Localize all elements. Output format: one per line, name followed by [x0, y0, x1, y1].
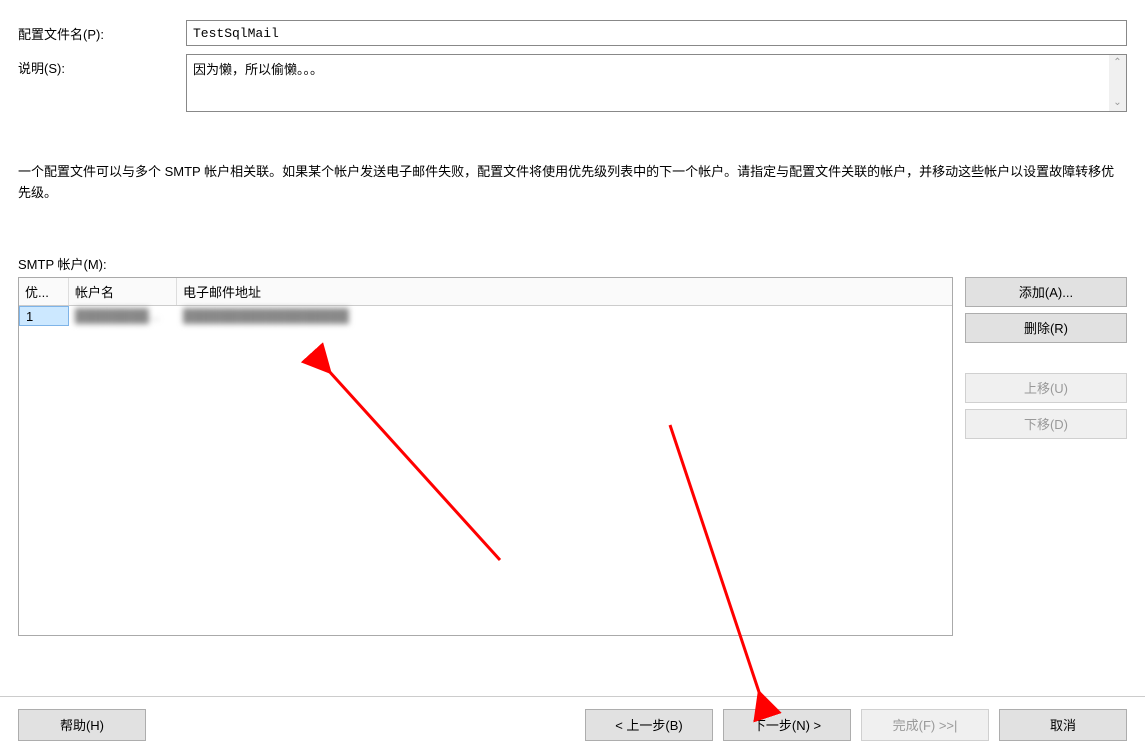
- description-textarea[interactable]: [187, 55, 1109, 111]
- col-header-email[interactable]: 电子邮件地址: [177, 278, 952, 305]
- cell-priority[interactable]: 1: [19, 306, 69, 326]
- cancel-button[interactable]: 取消: [999, 709, 1127, 741]
- help-button[interactable]: 帮助(H): [18, 709, 146, 741]
- remove-button[interactable]: 删除(R): [965, 313, 1127, 343]
- col-header-account[interactable]: 帐户名: [69, 278, 177, 305]
- help-text: 一个配置文件可以与多个 SMTP 帐户相关联。如果某个帐户发送电子邮件失败，配置…: [18, 162, 1127, 204]
- table-header: 优... 帐户名 电子邮件地址: [19, 278, 952, 306]
- prev-button[interactable]: < 上一步(B): [585, 709, 713, 741]
- table-row[interactable]: 1 ████████... ██████████████████: [19, 306, 952, 326]
- move-up-button: 上移(U): [965, 373, 1127, 403]
- smtp-accounts-label: SMTP 帐户(M):: [18, 254, 1127, 273]
- col-header-priority[interactable]: 优...: [19, 278, 69, 305]
- profile-name-label: 配置文件名(P):: [18, 20, 186, 43]
- finish-button: 完成(F) >>|: [861, 709, 989, 741]
- footer: 帮助(H) < 上一步(B) 下一步(N) > 完成(F) >>| 取消: [0, 696, 1145, 752]
- cell-email[interactable]: ██████████████████: [177, 306, 952, 326]
- add-button[interactable]: 添加(A)...: [965, 277, 1127, 307]
- scrollbar[interactable]: ⌃ ⌄: [1109, 55, 1126, 111]
- next-button[interactable]: 下一步(N) >: [723, 709, 851, 741]
- description-label: 说明(S):: [18, 54, 186, 77]
- scroll-down-icon[interactable]: ⌄: [1113, 95, 1121, 111]
- profile-name-input[interactable]: [186, 20, 1127, 46]
- cell-account[interactable]: ████████...: [69, 306, 177, 326]
- scroll-up-icon[interactable]: ⌃: [1113, 55, 1121, 71]
- move-down-button: 下移(D): [965, 409, 1127, 439]
- smtp-accounts-table[interactable]: 优... 帐户名 电子邮件地址 1 ████████... ██████████…: [18, 277, 953, 636]
